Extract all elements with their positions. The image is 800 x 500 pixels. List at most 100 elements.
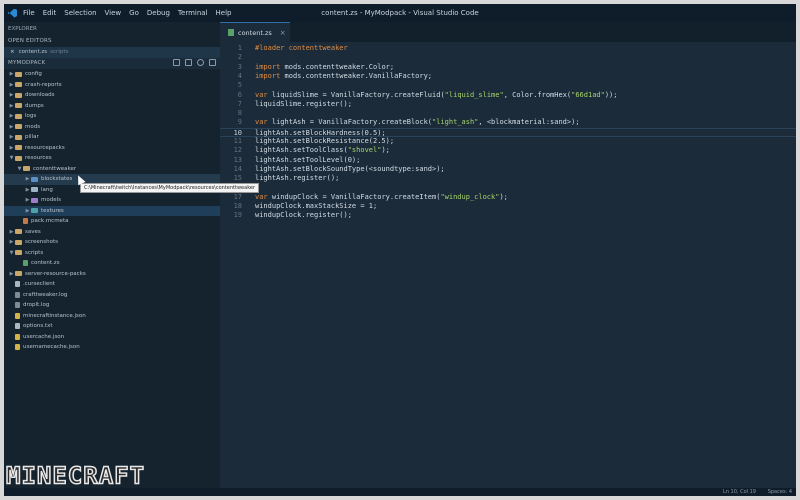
log-file-icon [15, 302, 20, 309]
collapse-all-icon[interactable] [209, 59, 216, 66]
log-file-icon [15, 291, 20, 298]
chevron-right-icon: ▶ [25, 197, 30, 203]
refresh-icon[interactable] [197, 59, 204, 66]
tree-folder-scripts[interactable]: ▼ scripts [4, 248, 220, 259]
tree-folder-resourcepacks[interactable]: ▶ resourcepacks [4, 143, 220, 154]
menu-terminal[interactable]: Terminal [178, 9, 208, 17]
tree-item-label: usernamecache.json [23, 344, 80, 350]
tree-item-label: textures [41, 207, 64, 214]
chevron-right-icon: ▶ [9, 144, 14, 151]
menu-selection[interactable]: Selection [64, 9, 96, 17]
line-number: 9 [237, 118, 242, 127]
tab-content-zs[interactable]: content.zs × [220, 22, 290, 42]
tree-folder-models[interactable]: ▶ models [4, 195, 220, 206]
code-line[interactable]: 2 [220, 53, 796, 62]
tree-folder-pillar[interactable]: ▶ pillar [4, 132, 220, 143]
code-line[interactable]: 5 [220, 81, 796, 90]
folder-icon [15, 250, 22, 256]
indentation-setting[interactable]: Spaces: 4 [768, 489, 792, 495]
tree-file-droplt-log[interactable]: droplt.log [4, 300, 220, 311]
code-line[interactable]: 7 liquidSlime.register(); [220, 100, 796, 109]
menu-view[interactable]: View [105, 9, 122, 17]
code-token: "66d1ad" [571, 90, 605, 99]
cursor-position[interactable]: Ln 10, Col 19 [723, 489, 756, 495]
line-number: 19 [233, 211, 242, 220]
chevron-down-icon: ▼ [9, 155, 14, 161]
tree-folder-saves[interactable]: ▶ saves [4, 227, 220, 238]
folder-icon [31, 176, 38, 182]
tab-bar: content.zs × [220, 22, 796, 42]
menu-file[interactable]: File [23, 9, 35, 17]
code-editor[interactable]: 1 #loader contenttweaker 2 3 import mods.con… [220, 42, 796, 488]
line-number: 5 [237, 81, 242, 90]
project-header[interactable]: MYMODPACK [4, 58, 220, 69]
json-file-icon [15, 344, 20, 351]
open-editors-header[interactable]: OPEN EDITORS [4, 36, 220, 47]
code-token: "windup_clock" [440, 192, 500, 201]
code-line[interactable]: 16 [220, 184, 796, 193]
code-line[interactable]: 14 lightAsh.setBlockSoundType(<soundtype:… [220, 165, 796, 174]
explorer-actions [173, 59, 216, 66]
code-line[interactable]: 1 #loader contenttweaker [220, 44, 796, 53]
tree-folder-mods[interactable]: ▶ mods [4, 122, 220, 133]
code-line[interactable]: 15 lightAsh.register(); [220, 174, 796, 183]
code-text: lightAsh.register(); [255, 174, 339, 183]
code-line[interactable]: 9 var lightAsh = VanillaFactory.createBlo… [220, 118, 796, 127]
code-line[interactable]: 10 lightAsh.setBlockHardness(0.5); [220, 127, 796, 137]
close-tab-icon[interactable]: × [280, 29, 286, 37]
tree-folder-logs[interactable]: ▶ logs [4, 111, 220, 122]
tree-folder-dumps[interactable]: ▶ dumps [4, 101, 220, 112]
code-line[interactable]: 6 var liquidSlime = VanillaFactory.create… [220, 91, 796, 100]
tree-folder-textures[interactable]: ▶ textures [4, 205, 220, 216]
chevron-right-icon: ▶ [9, 113, 14, 119]
code-line[interactable]: 17 var windupClock = VanillaFactory.creat… [220, 193, 796, 202]
new-folder-icon[interactable] [185, 59, 192, 66]
tree-folder-config[interactable]: ▶ config [4, 69, 220, 80]
tree-file-options-txt[interactable]: options.txt [4, 321, 220, 332]
zs-file-icon [228, 29, 234, 36]
open-editor-item[interactable]: × content.zs scripts [4, 47, 220, 58]
folder-icon [15, 124, 22, 130]
tree-folder-downloads[interactable]: ▶ downloads [4, 90, 220, 101]
code-line[interactable]: 18 windupClock.maxStackSize = 1; [220, 202, 796, 211]
menu-go[interactable]: Go [129, 9, 139, 17]
menu-bar: File Edit Selection View Go Debug Terminal Help… [4, 4, 796, 22]
tree-file-minecraftinstance-json[interactable]: minecraftinstance.json [4, 311, 220, 322]
code-token: liquidSlime.register(); [255, 99, 352, 108]
tree-folder-server-resource-packs[interactable]: ▶ server-resource-packs [4, 269, 220, 280]
folder-icon [31, 187, 38, 193]
menu-debug[interactable]: Debug [147, 9, 170, 17]
tree-file-pack-mcmeta[interactable]: pack.mcmeta [4, 216, 220, 227]
tree-file-crafttweaker-log[interactable]: crafttweaker.log [4, 290, 220, 301]
code-line[interactable]: 4 import mods.contenttweaker.VanillaFacto… [220, 72, 796, 81]
menu-help[interactable]: Help [216, 9, 232, 17]
tree-item-label: config [25, 71, 42, 77]
code-token: #loader contenttweaker [255, 44, 348, 52]
new-file-icon[interactable] [173, 59, 180, 66]
tree-file--curseclient[interactable]: .curseclient [4, 279, 220, 290]
close-icon[interactable]: × [10, 49, 15, 55]
code-line[interactable]: 12 lightAsh.setToolClass("shovel"); [220, 146, 796, 155]
tree-file-content-zs[interactable]: content.zs [4, 258, 220, 269]
tree-file-usercache-json[interactable]: usercache.json [4, 332, 220, 343]
code-token: ); [499, 192, 508, 201]
line-number: 18 [233, 202, 242, 211]
tree-folder-crash-reports[interactable]: ▶ crash-reports [4, 80, 220, 91]
code-line[interactable]: 8 [220, 109, 796, 118]
code-line[interactable]: 11 lightAsh.setBlockResistance(2.5); [220, 137, 796, 146]
tree-folder-screenshots[interactable]: ▶ screenshots [4, 237, 220, 248]
tree-file-usernamecache-json[interactable]: usernamecache.json [4, 342, 220, 353]
code-line[interactable]: 13 lightAsh.setToolLevel(0); [220, 156, 796, 165]
menu-edit[interactable]: Edit [43, 9, 57, 17]
chevron-down-icon: ▼ [9, 249, 14, 256]
chevron-right-icon: ▶ [9, 92, 14, 98]
tree-folder-contenttweaker[interactable]: ▼ contenttweaker [4, 164, 220, 175]
tree-item-label: contenttweaker [33, 165, 77, 172]
tree-folder-resources[interactable]: ▼ resources [4, 153, 220, 164]
line-number: 2 [237, 53, 242, 62]
project-name: MYMODPACK [8, 60, 46, 66]
code-line[interactable]: 3 import mods.contenttweaker.Color; [220, 63, 796, 72]
code-line[interactable]: 19 windupClock.register(); [220, 211, 796, 220]
tree-item-label: content.zs [31, 260, 60, 266]
code-text: var windupClock = VanillaFactory.createI… [255, 193, 508, 202]
